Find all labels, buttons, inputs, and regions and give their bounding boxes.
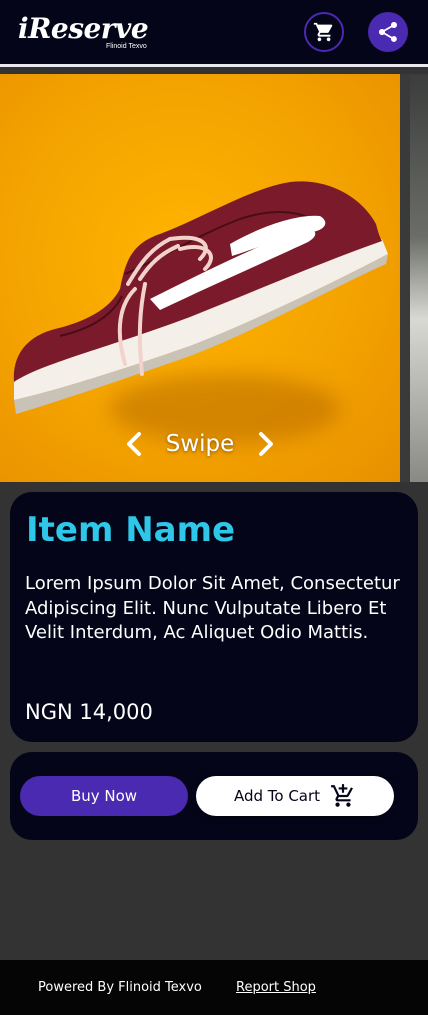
header-divider	[0, 64, 428, 67]
buy-now-button[interactable]: Buy Now	[20, 776, 188, 816]
app-header: iReserve Flinoid Texvo	[0, 0, 428, 64]
next-slide-button[interactable]	[256, 430, 276, 458]
prev-slide-button[interactable]	[124, 430, 144, 458]
add-to-cart-button[interactable]: Add To Cart	[196, 776, 394, 816]
powered-by-text: Powered By Flinoid Texvo	[38, 980, 202, 995]
product-info-card: Item Name Lorem Ipsum Dolor Sit Amet, Co…	[10, 492, 418, 742]
next-product-image-peek[interactable]	[410, 74, 428, 482]
report-shop-link[interactable]: Report Shop	[236, 980, 316, 995]
logo[interactable]: iReserve Flinoid Texvo	[18, 10, 158, 56]
logo-subtitle: Flinoid Texvo	[106, 43, 147, 50]
action-card: Buy Now Add To Cart	[10, 752, 418, 840]
item-name: Item Name	[26, 510, 236, 550]
item-price: NGN 14,000	[25, 700, 153, 724]
buy-now-label: Buy Now	[70, 787, 138, 805]
item-description: Lorem Ipsum Dolor Sit Amet, Consectetur …	[25, 573, 400, 643]
shoe-illustration	[13, 181, 388, 414]
add-to-cart-label: Add To Cart	[233, 787, 321, 805]
swipe-label: Swipe	[165, 431, 235, 457]
cart-plus-icon	[331, 784, 354, 807]
share-button[interactable]	[368, 12, 408, 52]
chevron-left-icon	[126, 432, 141, 456]
footer: Powered By Flinoid Texvo Report Shop	[0, 960, 428, 1015]
cart-button[interactable]	[304, 12, 344, 52]
swipe-controls: Swipe	[0, 424, 400, 464]
logo-text: iReserve	[18, 12, 149, 45]
cart-icon	[313, 22, 333, 42]
chevron-right-icon	[259, 432, 274, 456]
image-carousel[interactable]: Swipe	[0, 74, 428, 482]
product-image[interactable]: Swipe	[0, 74, 400, 482]
share-icon	[379, 22, 397, 42]
